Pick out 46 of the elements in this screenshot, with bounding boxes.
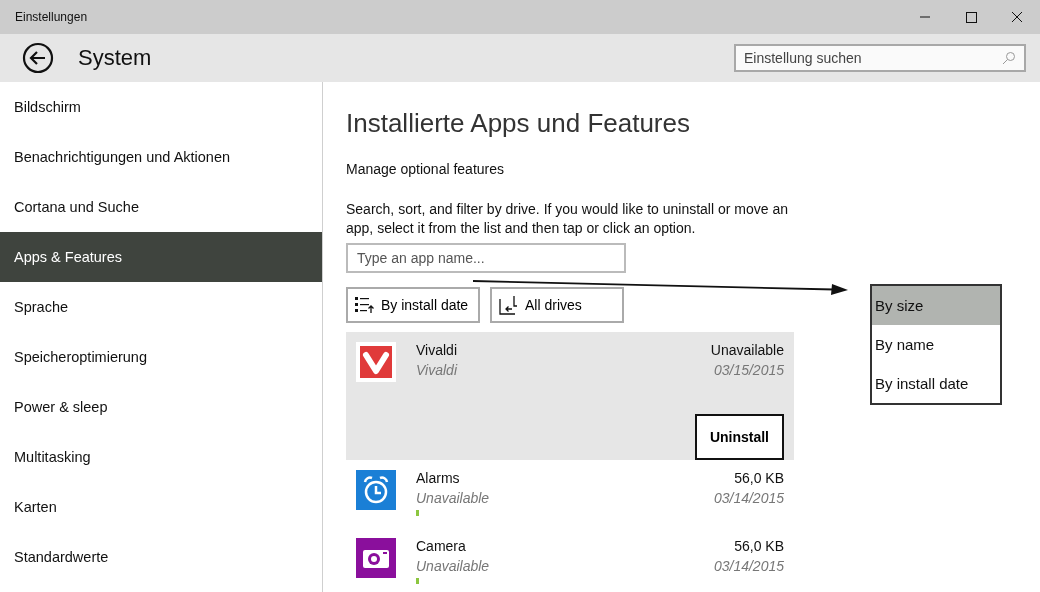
app-row[interactable]: Camera Unavailable 56,0 KB 03/14/2015 [346,528,794,592]
description-text: Search, sort, and filter by drive. If you would like to uninstall or move an app, select it from the list and then tap or click an option. [346,200,789,238]
app-name: Vivaldi [416,342,458,358]
sidebar-item[interactable]: Karten [0,482,322,532]
app-name: Alarms [416,470,461,486]
menu-item[interactable]: By install date [872,364,1000,403]
sidebar-item[interactable]: Cortana und Suche [0,182,322,232]
app-size: 56,0 KB [733,470,784,486]
search-input[interactable]: Einstellung suchen [744,46,1002,70]
menu-item[interactable]: By name [872,325,1000,364]
app-publisher: Vivaldi [416,362,459,378]
section-heading: Installierte Apps und Features [346,108,691,139]
sidebar-item[interactable]: Speicheroptimierung [0,332,322,382]
sidebar-item[interactable]: Standardwerte [0,532,322,582]
v-logo-icon [356,342,396,382]
window-title: Einstellungen [14,10,89,24]
search-icon[interactable] [1002,51,1016,65]
drive-filter-button[interactable]: All drives [490,287,624,323]
sidebar-item[interactable]: Benachrichtigungen und Aktionen [0,132,322,182]
back-icon[interactable] [22,42,54,74]
app-row[interactable]: Vivaldi Vivaldi Unavailable 03/15/2015 Uninstall [346,332,794,460]
menu-item[interactable]: By size [872,286,1000,325]
install-date: 03/14/2015 [713,558,784,574]
sidebar-item[interactable]: Bildschirm [0,82,322,132]
app-size: Unavailable [709,342,784,358]
sidebar-item[interactable]: Apps & Features [0,232,322,282]
app-publisher: Unavailable [416,490,491,506]
install-date: 03/14/2015 [713,490,784,506]
app-search-field[interactable]: Type an app name... [346,243,626,273]
sidebar-item[interactable]: Multitasking [0,432,322,482]
sidebar-item[interactable]: Power & sleep [0,382,322,432]
optional-features-link[interactable]: Manage optional features [346,161,504,177]
camera-icon [356,538,396,578]
sort-button[interactable]: By install date [346,287,480,323]
uninstall-button[interactable]: Uninstall [694,414,784,460]
app-name: Camera [416,538,467,554]
app-size: 56,0 KB [733,538,784,554]
drive-icon [498,294,520,316]
alarm-clock-icon [356,470,396,510]
app-row[interactable]: Alarms Unavailable 56,0 KB 03/14/2015 [346,460,794,528]
sidebar-item[interactable]: Sprache [0,282,322,332]
sort-list-icon [354,295,376,315]
app-publisher: Unavailable [416,558,491,574]
page-title: System [78,45,153,71]
install-date: 03/15/2015 [712,362,784,378]
search-field[interactable]: Einstellung suchen [734,44,1026,72]
